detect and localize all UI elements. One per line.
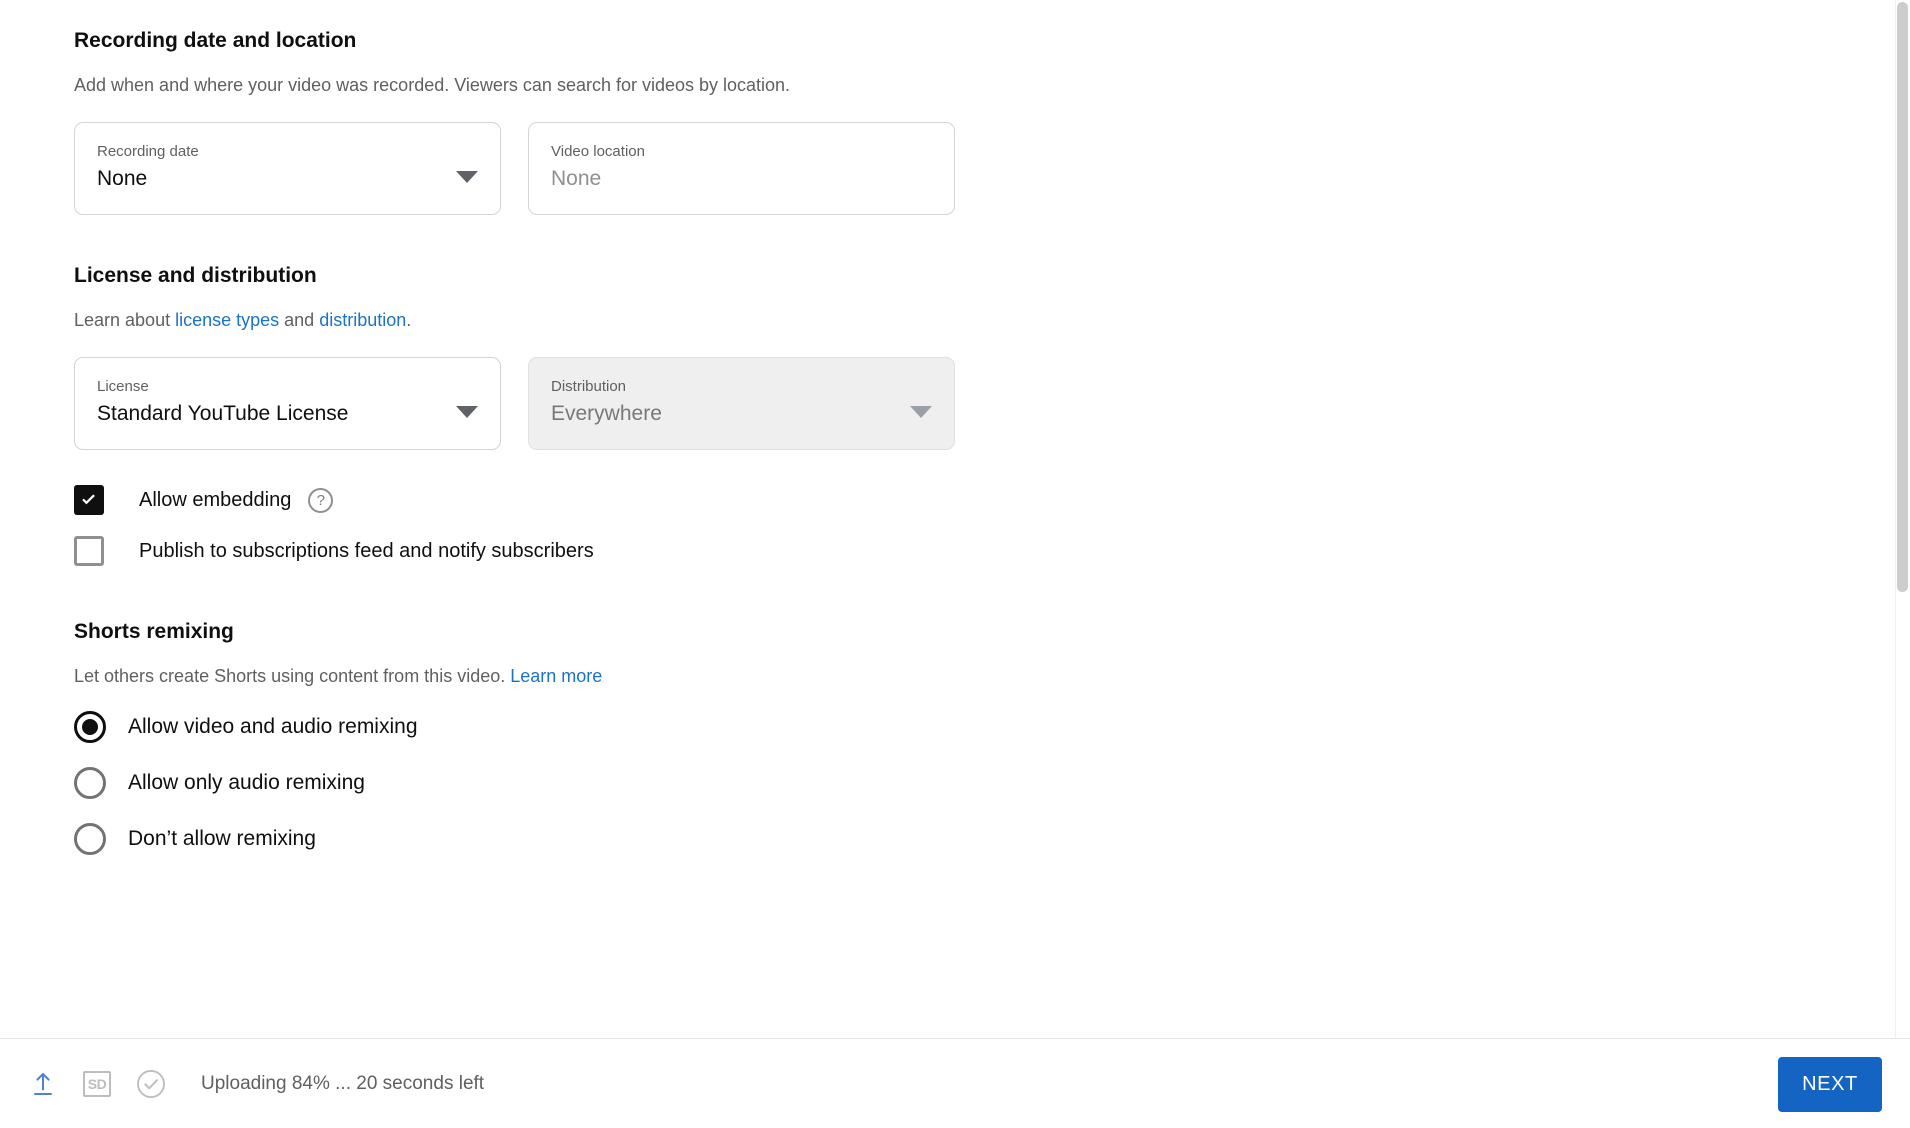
scrollable-content[interactable]: Recording date and location Add when and…: [0, 0, 1895, 1038]
recording-section-description: Add when and where your video was record…: [74, 75, 791, 95]
license-section-title: License and distribution: [74, 264, 317, 287]
license-value: Standard YouTube License: [97, 402, 349, 425]
license-section-description: Learn about license types and distributi…: [74, 308, 1895, 332]
upload-status-group: SD Uploading 84% ... 20 seconds left: [0, 1066, 484, 1102]
shorts-desc-text: Let others create Shorts using content f…: [74, 666, 511, 686]
video-details-page: Recording date and location Add when and…: [0, 0, 1910, 1128]
recording-date-label: Recording date: [97, 143, 199, 160]
radio-option-label: Don’t allow remixing: [128, 827, 316, 850]
license-desc-prefix: Learn about: [74, 310, 176, 330]
shorts-learn-more-link[interactable]: Learn more: [510, 666, 602, 686]
help-icon[interactable]: ?: [308, 487, 334, 513]
video-location-placeholder: None: [551, 167, 602, 190]
chevron-down-icon[interactable]: [456, 406, 478, 418]
distribution-value: Everywhere: [551, 402, 662, 425]
shorts-remixing-title: Shorts remixing: [74, 620, 234, 643]
radio-option-label: Allow video and audio remixing: [128, 715, 418, 738]
vertical-scrollbar[interactable]: [1895, 0, 1910, 1038]
license-dropdown[interactable]: License Standard YouTube License: [74, 357, 501, 450]
upload-arrow-icon: [25, 1066, 61, 1102]
shorts-remixing-description: Let others create Shorts using content f…: [74, 664, 1895, 688]
video-location-input[interactable]: Video location None: [528, 122, 955, 215]
next-button[interactable]: NEXT: [1778, 1057, 1882, 1112]
license-types-link[interactable]: license types: [175, 310, 279, 330]
radio-button-unselected[interactable]: [74, 823, 106, 855]
video-location-label: Video location: [551, 143, 645, 160]
distribution-link[interactable]: distribution: [319, 310, 406, 330]
radio-option-no-remixing[interactable]: Don’t allow remixing: [74, 823, 1895, 855]
sd-quality-badge: SD: [79, 1066, 115, 1102]
license-fields-row: License Standard YouTube License Distrib…: [74, 357, 1895, 450]
upload-status-text: Uploading 84% ... 20 seconds left: [201, 1072, 485, 1094]
allow-embedding-row[interactable]: Allow embedding ?: [74, 485, 1895, 515]
chevron-down-icon[interactable]: [456, 171, 478, 183]
radio-option-video-and-audio[interactable]: Allow video and audio remixing: [74, 711, 1895, 743]
notify-subscribers-label: Publish to subscriptions feed and notify…: [139, 540, 594, 562]
scrollbar-thumb[interactable]: [1897, 2, 1908, 592]
notify-subscribers-row[interactable]: Publish to subscriptions feed and notify…: [74, 536, 1895, 566]
license-desc-suffix: .: [406, 310, 412, 330]
shorts-remixing-section: Shorts remixing Let others create Shorts…: [74, 566, 1895, 855]
distribution-label: Distribution: [551, 378, 627, 395]
allow-embedding-checkbox[interactable]: [74, 485, 104, 515]
recording-fields-row: Recording date None Video location None: [74, 122, 1895, 215]
recording-date-dropdown[interactable]: Recording date None: [74, 122, 501, 215]
chevron-down-icon: [910, 406, 932, 418]
recording-section: Recording date and location Add when and…: [74, 0, 1895, 215]
recording-section-title: Recording date and location: [74, 29, 357, 52]
radio-dot-icon: [82, 719, 98, 735]
radio-button-unselected[interactable]: [74, 767, 106, 799]
distribution-dropdown: Distribution Everywhere: [528, 357, 955, 450]
license-desc-middle: and: [279, 310, 320, 330]
radio-option-audio-only[interactable]: Allow only audio remixing: [74, 767, 1895, 799]
radio-option-label: Allow only audio remixing: [128, 771, 365, 794]
recording-date-value: None: [97, 167, 148, 190]
radio-button-selected[interactable]: [74, 711, 106, 743]
license-label: License: [97, 378, 149, 395]
allow-embedding-label: Allow embedding: [139, 489, 292, 511]
license-section: License and distribution Learn about lic…: [74, 215, 1895, 566]
notify-subscribers-checkbox[interactable]: [74, 536, 104, 566]
check-circle-icon: [133, 1066, 169, 1102]
bottom-status-bar: SD Uploading 84% ... 20 seconds left NEX…: [0, 1038, 1910, 1128]
sd-badge-label: SD: [83, 1070, 111, 1097]
